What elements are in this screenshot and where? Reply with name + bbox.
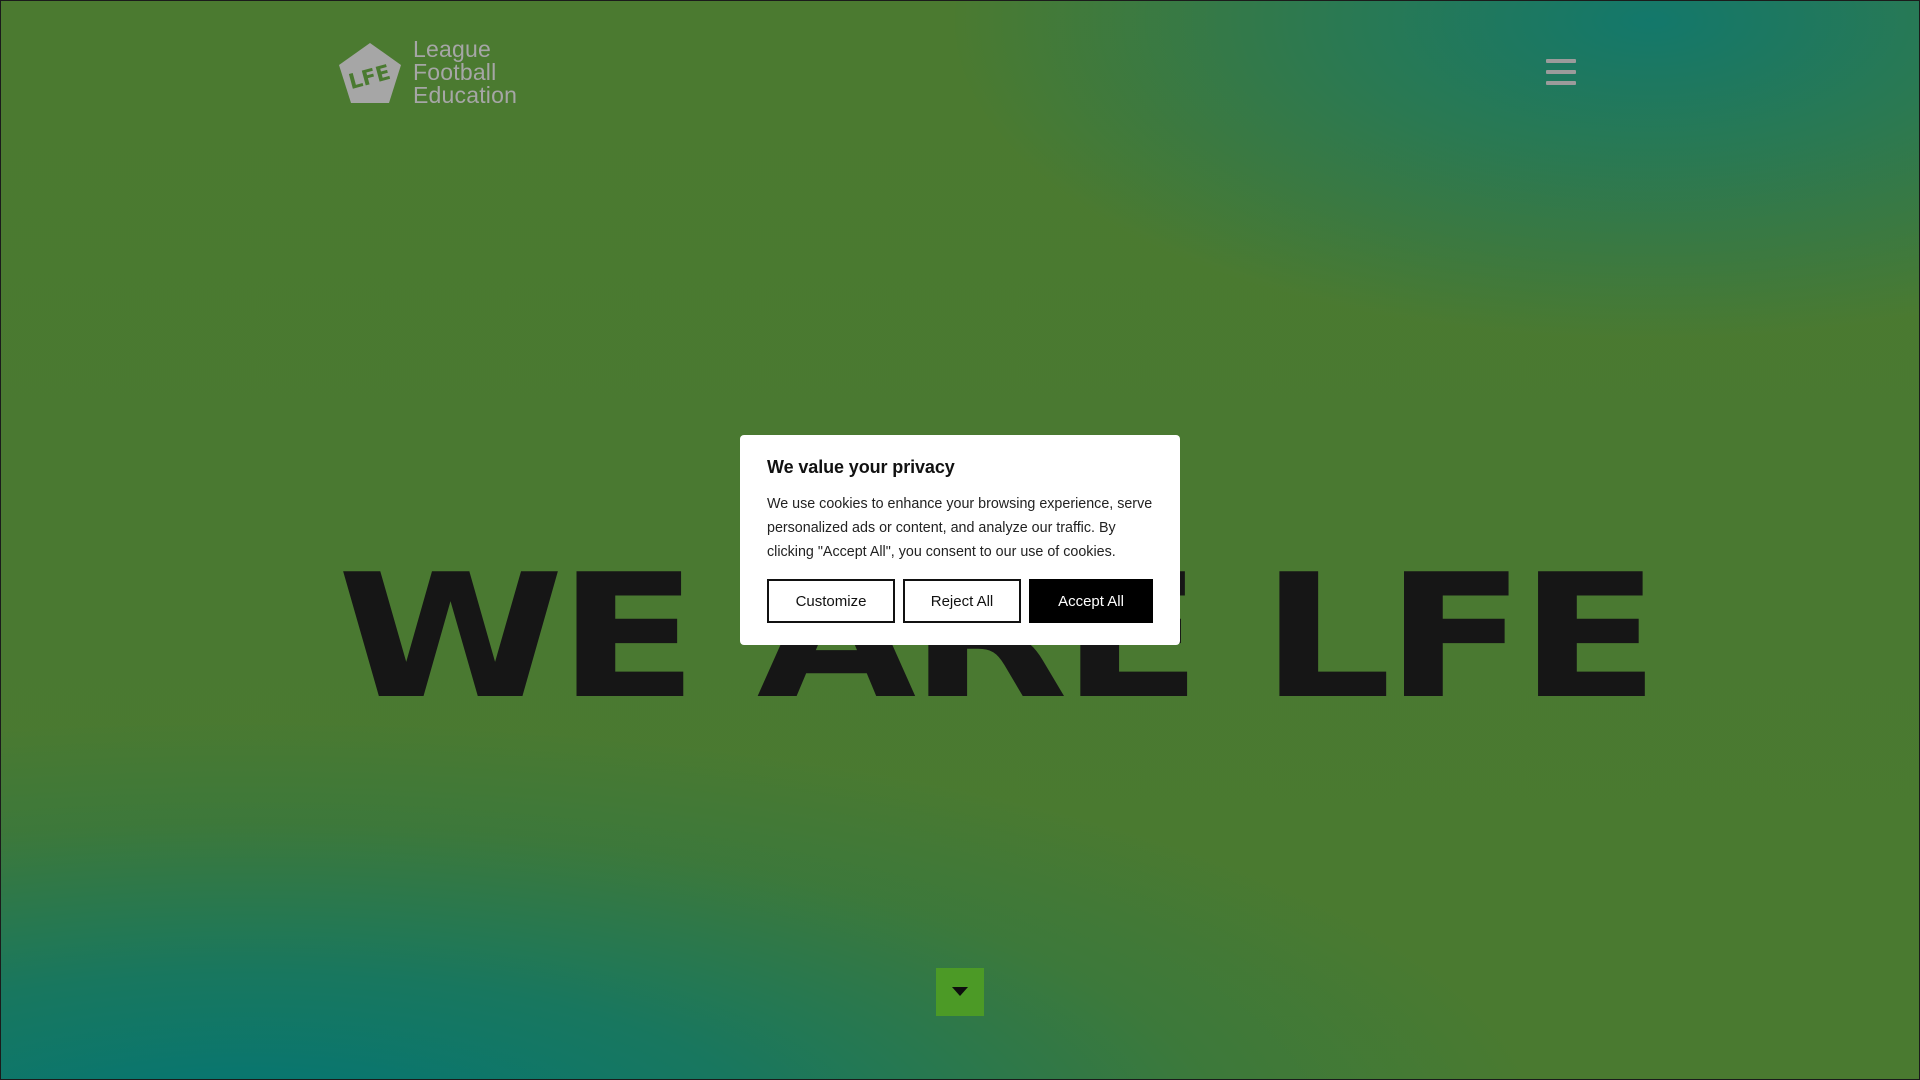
reject-all-button[interactable]: Reject All bbox=[903, 579, 1021, 623]
caret-down-icon bbox=[952, 987, 968, 996]
site-logo[interactable]: LFE League Football Education bbox=[337, 38, 517, 107]
hamburger-menu-icon[interactable] bbox=[1546, 59, 1576, 85]
accept-all-button[interactable]: Accept All bbox=[1029, 579, 1153, 623]
cookie-dialog-body: We use cookies to enhance your browsing … bbox=[767, 496, 1153, 560]
cookie-dialog-actions: Customize Reject All Accept All bbox=[767, 579, 1153, 623]
lfe-pentagon-icon: LFE bbox=[339, 42, 401, 103]
cookie-dialog-title: We value your privacy bbox=[767, 457, 955, 477]
scroll-down-button[interactable] bbox=[936, 968, 984, 1016]
logo-line-1: League bbox=[413, 36, 491, 62]
logo-line-2: Football bbox=[413, 59, 497, 85]
logo-line-3: Education bbox=[413, 82, 518, 108]
customize-button[interactable]: Customize bbox=[767, 579, 895, 623]
cookie-consent-dialog: We value your privacy We use cookies to … bbox=[740, 435, 1180, 645]
logo-wordmark: League Football Education bbox=[413, 38, 517, 107]
